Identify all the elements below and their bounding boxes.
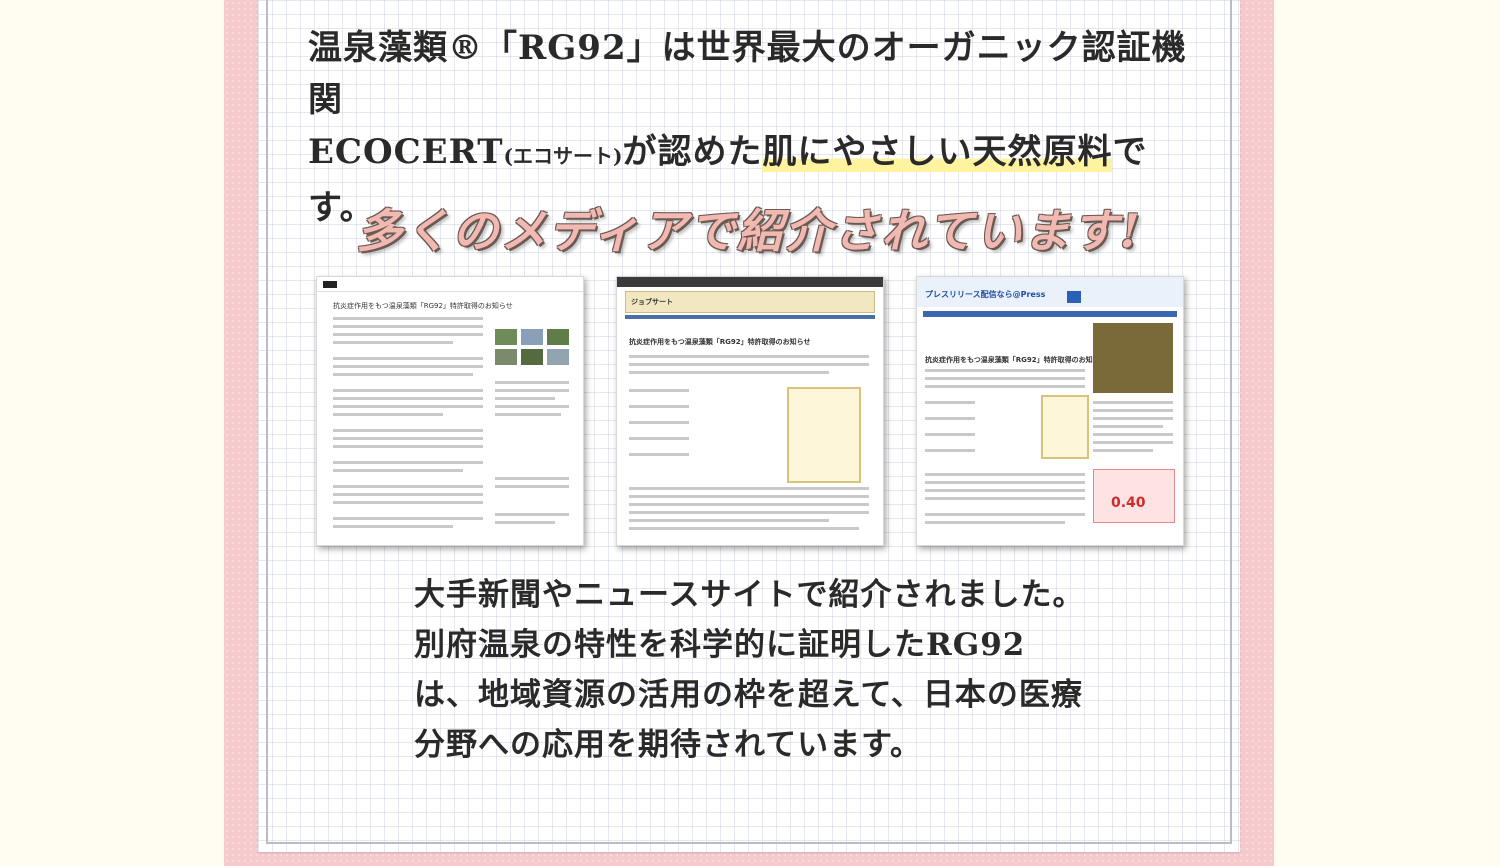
photo-thumb — [495, 349, 517, 365]
lead-ecocert-kana: (エコサート) — [503, 144, 623, 168]
site-name: ジョブサート — [631, 298, 673, 306]
site-nav — [625, 315, 875, 319]
site-logo-icon — [323, 281, 337, 288]
closing-line-4: 分野への応用を期待されています。 — [414, 727, 922, 763]
photo-thumb — [547, 349, 569, 365]
site-nav — [923, 311, 1177, 317]
lead-line-2-mid: が認めた — [622, 132, 763, 172]
closing-line-3: は、地域資源の活用の枠を超えて、日本の医療 — [414, 677, 1083, 713]
certificate-image — [787, 387, 861, 483]
site-name: プレスリリース配信なら@Press — [925, 290, 1046, 299]
closing-line-2: 別府温泉の特性を科学的に証明したRG92 — [414, 627, 1026, 663]
media-heading: 多くのメディアで紹介されています! — [356, 204, 1142, 258]
lead-line-1: 温泉藻類®「RG92」は世界最大のオーガニック認証機関 — [308, 28, 1187, 120]
site-header — [317, 277, 583, 292]
certificate-image — [1041, 395, 1089, 459]
closing-text: 大手新聞やニュースサイトで紹介されました。 別府温泉の特性を科学的に証明したRG… — [414, 570, 1174, 770]
site-topbar — [617, 277, 883, 287]
photo-thumb — [547, 329, 569, 345]
media-screenshot-1: 抗炎症作用をもつ温泉藻類「RG92」特許取得のお知らせ — [316, 276, 584, 546]
closing-line-1: 大手新聞やニュースサイトで紹介されました。 — [414, 577, 1085, 613]
media-screenshot-2: ジョブサート 抗炎症作用をもつ温泉藻類「RG92」特許取得のお知らせ — [616, 276, 884, 546]
lead-highlight: 肌にやさしい天然原料 — [762, 132, 1113, 172]
lead-ecocert: ECOCERT — [308, 132, 504, 172]
ad-banner — [1093, 323, 1173, 393]
article-title: 抗炎症作用をもつ温泉藻類「RG92」特許取得のお知らせ — [333, 302, 513, 310]
media-screenshot-3: プレスリリース配信なら@Press 抗炎症作用をもつ温泉藻類「RG92」特許取得… — [916, 276, 1184, 546]
article-title: 抗炎症作用をもつ温泉藻類「RG92」特許取得のお知らせ — [629, 338, 811, 346]
photo-thumb — [495, 329, 517, 345]
article-title: 抗炎症作用をもつ温泉藻類「RG92」特許取得のお知らせ — [925, 356, 1107, 364]
photo-thumb — [521, 329, 543, 345]
campaign-price: 0.40 — [1111, 495, 1146, 511]
arrow-button-icon — [1067, 291, 1081, 303]
photo-thumb — [521, 349, 543, 365]
content-panel: 温泉藻類®「RG92」は世界最大のオーガニック認証機関 ECOCERT(エコサー… — [258, 0, 1240, 852]
